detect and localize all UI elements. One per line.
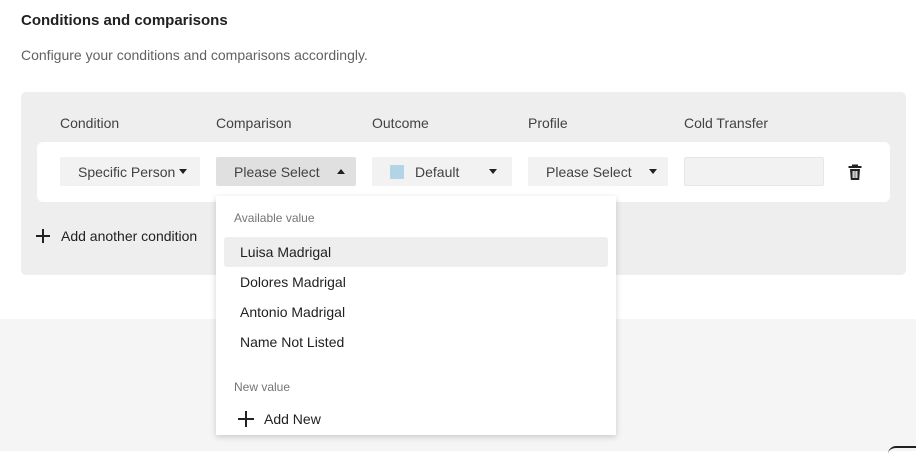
trash-icon[interactable] <box>846 163 864 181</box>
column-header-profile: Profile <box>528 115 568 131</box>
add-another-condition-label: Add another condition <box>61 228 198 244</box>
column-header-condition: Condition <box>60 115 120 131</box>
add-new-button[interactable]: Add New <box>238 411 321 427</box>
comparison-select[interactable]: Please Select <box>216 157 356 186</box>
column-header-comparison: Comparison <box>216 115 292 131</box>
profile-select[interactable]: Please Select <box>528 157 668 186</box>
condition-select[interactable]: Specific Person <box>60 157 200 186</box>
outcome-color-swatch <box>390 164 404 179</box>
column-header-cold-transfer: Cold Transfer <box>684 115 769 131</box>
caret-up-icon <box>336 169 345 174</box>
section-description: Configure your conditions and comparison… <box>21 47 368 63</box>
plus-icon <box>36 229 50 243</box>
plus-icon <box>238 411 254 427</box>
dropdown-item[interactable]: Luisa Madrigal <box>224 237 608 267</box>
profile-select-value: Please Select <box>546 163 632 180</box>
dropdown-item[interactable]: Name Not Listed <box>224 327 608 357</box>
section-title: Conditions and comparisons <box>21 12 228 29</box>
outcome-select-value: Default <box>415 163 460 180</box>
comparison-select-value: Please Select <box>234 163 320 180</box>
cold-transfer-input[interactable] <box>684 157 824 186</box>
add-another-condition-button[interactable]: Add another condition <box>36 226 197 246</box>
caret-down-icon <box>179 169 188 174</box>
outcome-select[interactable]: Default <box>372 157 512 186</box>
dropdown-item[interactable]: Antonio Madrigal <box>224 297 608 327</box>
caret-down-icon <box>648 169 657 174</box>
add-new-label: Add New <box>264 411 321 427</box>
condition-select-value: Specific Person <box>78 163 176 180</box>
dropdown-group-new: New value <box>234 380 291 394</box>
corner-fragment <box>888 446 916 460</box>
dropdown-item[interactable]: Dolores Madrigal <box>224 267 608 297</box>
comparison-dropdown-menu: Available value Luisa Madrigal Dolores M… <box>216 196 616 435</box>
dropdown-group-available: Available value <box>234 211 315 225</box>
caret-down-icon <box>489 169 498 174</box>
column-header-outcome: Outcome <box>372 115 429 131</box>
